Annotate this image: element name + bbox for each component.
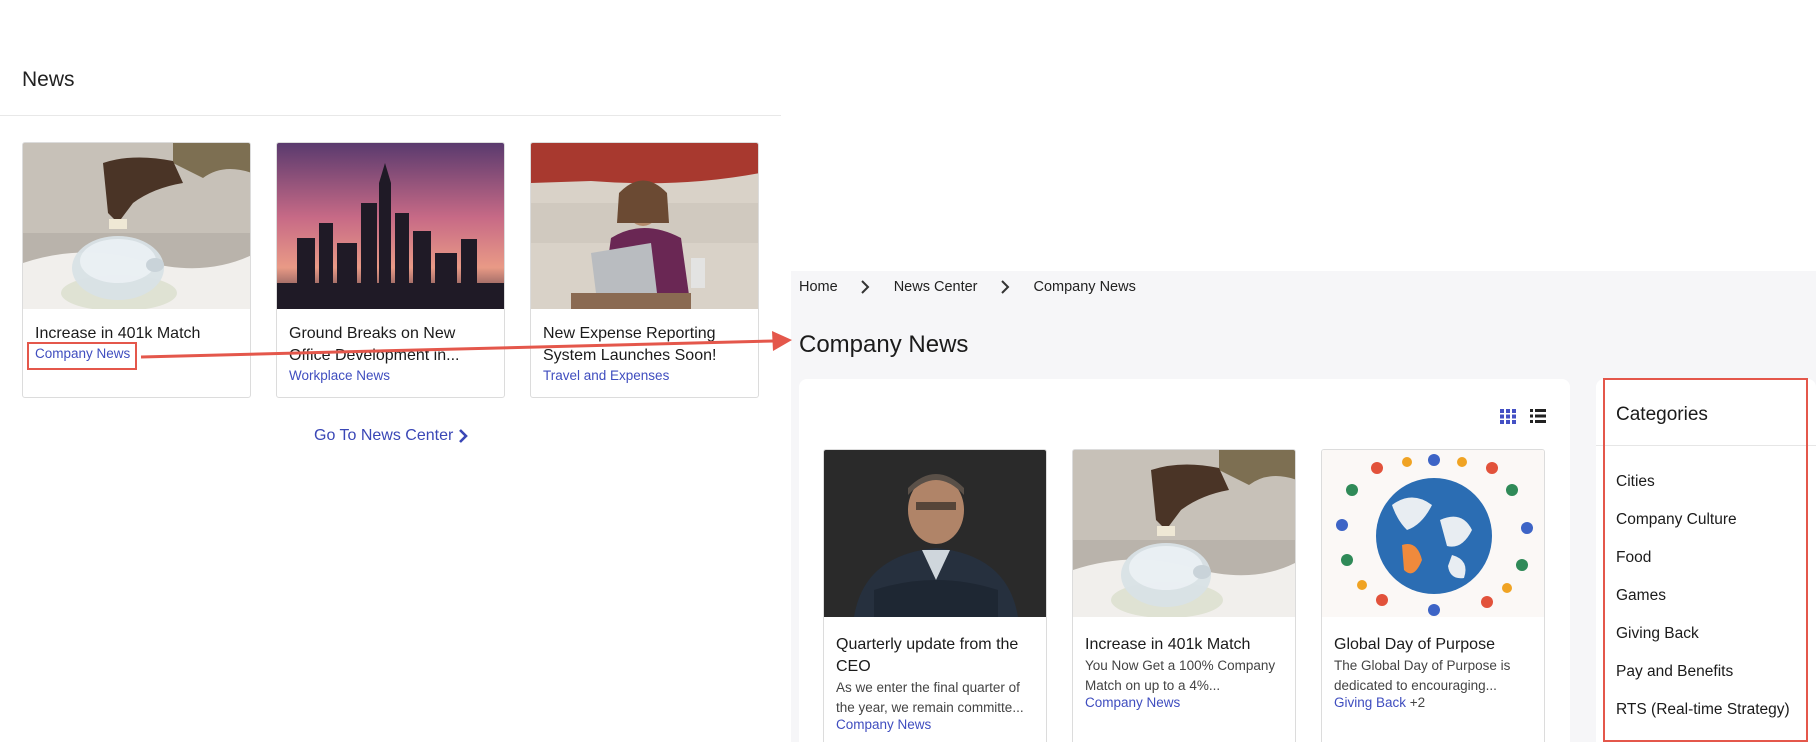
annotation-arrow: [140, 331, 792, 359]
screenshot-stage: News Increase in 401k Match Company News: [0, 0, 1816, 742]
